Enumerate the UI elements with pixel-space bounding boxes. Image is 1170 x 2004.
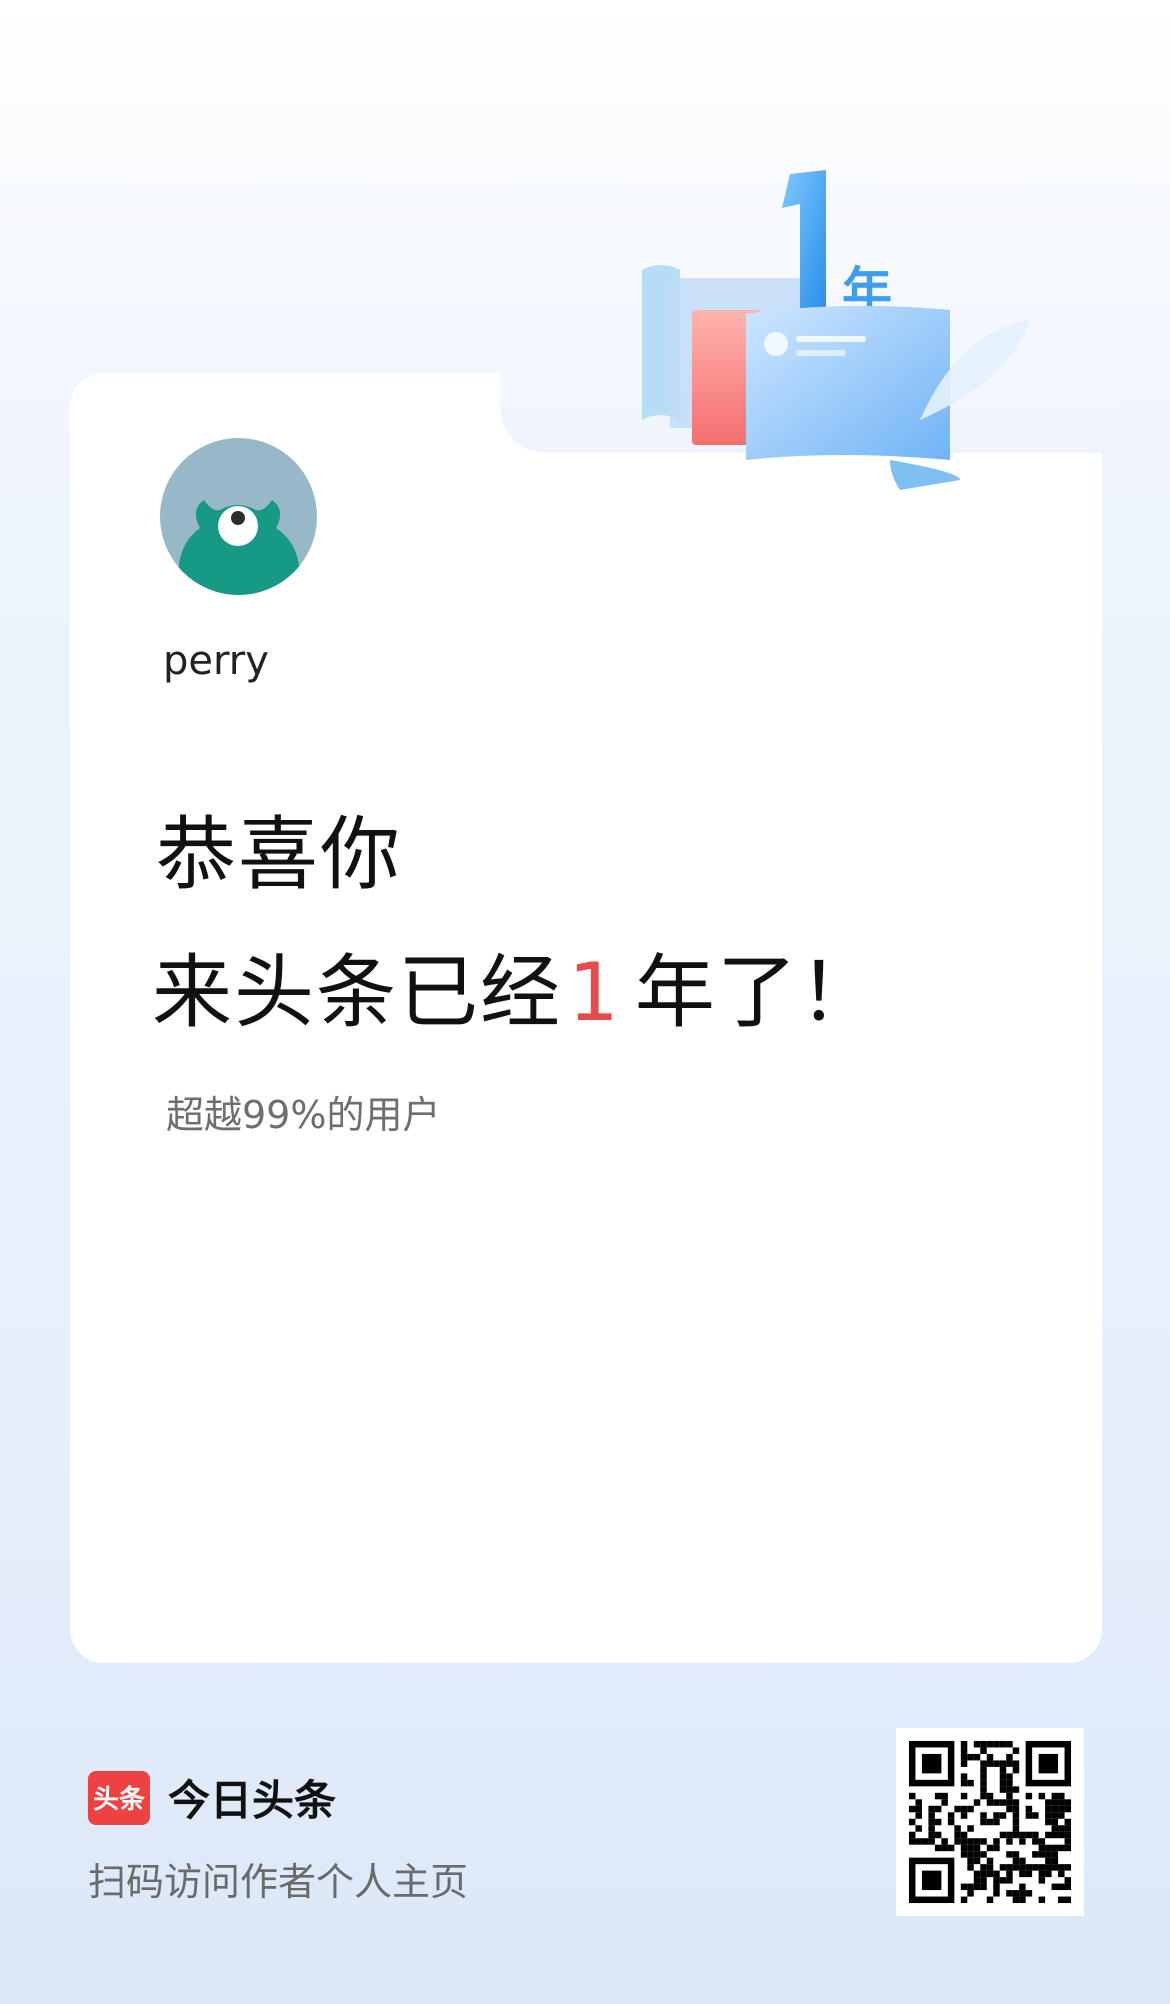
- qr-code[interactable]: [896, 1728, 1084, 1916]
- brand-footer: 头条 今日头条: [88, 1767, 336, 1828]
- headline-prefix: 来头条已经: [152, 946, 562, 1039]
- scan-tip: 扫码访问作者个人主页: [88, 1860, 469, 1904]
- avatar[interactable]: [160, 438, 317, 595]
- card-avatar-dot: [764, 332, 788, 356]
- headline-suffix: 年了！: [634, 946, 881, 1039]
- card-line: [796, 350, 846, 356]
- toutiao-logo-icon: 头条: [88, 1770, 150, 1825]
- qr-code-icon: [896, 1728, 1084, 1916]
- monster-avatar-icon: [178, 500, 300, 595]
- scroll-curl: [890, 460, 960, 490]
- headline-years-number: 1: [568, 946, 621, 1039]
- username: perry: [163, 638, 269, 684]
- headline-duration: 来头条已经1 年了！: [152, 928, 881, 1044]
- headline-congrats: 恭喜你: [156, 808, 402, 901]
- blue-card: [746, 305, 950, 460]
- ranking-subtitle: 超越99%的用户: [166, 1093, 441, 1137]
- card-line: [796, 336, 866, 342]
- brand-name: 今日头条: [168, 1776, 337, 1825]
- anniversary-badge-art: 年: [642, 170, 1030, 490]
